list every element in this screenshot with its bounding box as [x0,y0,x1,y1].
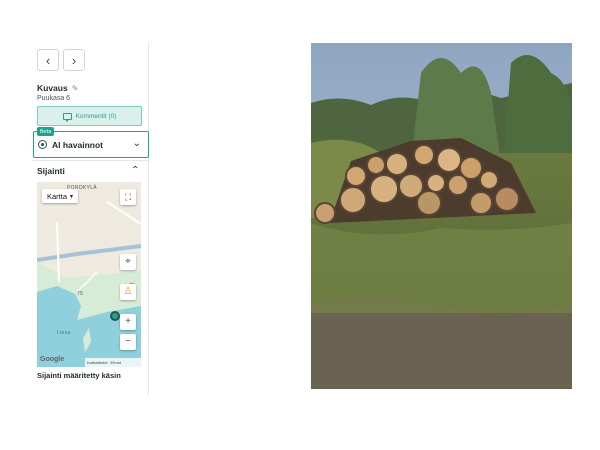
map-data-link[interactable]: Karttatiedot [87,360,107,365]
map-place-label: Liesa [57,330,71,336]
description-text: Puukasa 6 [37,95,71,102]
zoom-in-button[interactable]: + [120,314,136,330]
ai-sparkle-icon [38,140,47,149]
google-logo: Google [40,356,65,363]
ai-observations-label: AI havainnot [52,140,104,150]
pegman-icon: ♙ [123,286,133,297]
comments-button[interactable]: Kommentit (0) [37,106,142,126]
terms-link[interactable]: Ehdot [110,360,120,365]
beta-badge: Beta [37,127,55,136]
sidebar: ‹ › Kuvaus ✎ Puukasa 6 Kommentit (0) Bet… [0,43,149,395]
comments-label: Kommentit (0) [75,112,117,120]
location-title: Sijainti [37,166,65,176]
caret-down-icon: ▾ [70,193,74,200]
plus-icon: + [125,316,131,327]
description-header: Kuvaus ✎ [37,83,78,93]
road-number-label: 75 [77,291,84,297]
street-view-button[interactable]: ♙ [120,284,136,300]
chevron-right-icon: › [71,52,77,68]
location-status: Sijainti määritetty käsin [37,371,121,380]
minus-icon: − [125,336,131,347]
next-button[interactable]: › [63,49,85,71]
chevron-down-icon: ⌄ [132,138,141,149]
previous-button[interactable]: ‹ [37,49,59,71]
crosshair-icon: ⌖ [125,256,131,267]
map-type-label: Kartta [47,191,68,201]
chevron-up-icon[interactable]: ⌃ [131,166,139,176]
chevron-left-icon: ‹ [45,52,51,68]
description-title: Kuvaus [37,83,68,93]
zoom-out-button[interactable]: − [120,334,136,350]
fullscreen-button[interactable]: ⛶ [120,189,136,205]
map-footer: Karttatiedot Ehdot [85,358,141,367]
divider [33,160,148,161]
edit-pencil-icon[interactable]: ✎ [72,84,79,93]
locate-button[interactable]: ⌖ [120,254,136,270]
observation-photo[interactable] [311,43,572,389]
log-pile-image [311,43,572,389]
comment-icon [62,112,72,122]
fullscreen-icon: ⛶ [124,191,132,202]
location-map[interactable]: POROKYLÄ Liesa 75 75 Kartta ▾ ⛶ ⌖ ♙ + − … [37,182,141,367]
map-type-select[interactable]: Kartta ▾ [42,189,79,203]
